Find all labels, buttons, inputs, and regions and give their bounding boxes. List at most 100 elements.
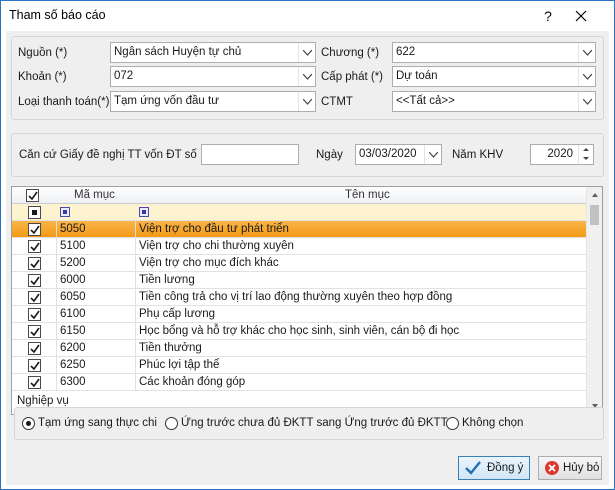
ok-button[interactable]: Đồng ý: [458, 456, 530, 480]
checkmark-icon: [30, 276, 40, 286]
chuong-select[interactable]: 622: [392, 42, 596, 63]
table-row[interactable]: 6250 Phúc lợi tập thể: [12, 357, 588, 374]
chuong-dropdown-button[interactable]: [578, 43, 595, 62]
select-all-checkbox[interactable]: [26, 189, 39, 202]
table-row[interactable]: 5100 Viện trợ cho chi thường xuyên: [12, 238, 588, 255]
filter-row: [12, 204, 588, 221]
column-divider: [56, 255, 57, 272]
table-row[interactable]: 6200 Tiền thưởng: [12, 340, 588, 357]
cell-ten-muc: Tiền lương: [139, 274, 195, 286]
nguon-value: Ngân sách Huyện tự chủ: [114, 46, 242, 58]
cap-phat-select[interactable]: Dự toán: [392, 66, 596, 87]
dialog-body: Nguồn (*) Ngân sách Huyện tự chủ Khoản (…: [6, 31, 609, 485]
loai-thanh-toan-dropdown-button[interactable]: [298, 92, 315, 111]
date-dropdown-button[interactable]: [424, 145, 441, 164]
table-row[interactable]: 5200 Viện trợ cho mục đích khác: [12, 255, 588, 272]
checkmark-icon: [30, 361, 40, 371]
column-divider: [56, 323, 57, 340]
ctmt-value: <<Tất cả>>: [396, 95, 455, 107]
table-row[interactable]: 6300 Các khoản đóng góp: [12, 374, 588, 391]
header-ma-muc[interactable]: Mã mục: [74, 189, 115, 201]
help-button[interactable]: ?: [533, 4, 563, 28]
row-checkbox[interactable]: [28, 308, 41, 321]
checkmark-icon: [30, 293, 40, 303]
arrow-up-icon: [583, 148, 589, 151]
stepper-down-button[interactable]: [579, 155, 593, 164]
can-cu-input[interactable]: [201, 144, 299, 165]
ctmt-select[interactable]: <<Tất cả>>: [392, 91, 596, 112]
chevron-down-icon: [583, 50, 592, 56]
column-divider: [135, 272, 136, 289]
row-checkbox[interactable]: [28, 291, 41, 304]
cell-ten-muc: Tiền thưởng: [139, 342, 202, 354]
cell-ma-muc: 6250: [60, 359, 86, 371]
cancel-button[interactable]: Hủy bỏ: [538, 456, 602, 480]
loai-thanh-toan-value: Tạm ứng vốn đầu tư: [114, 95, 219, 107]
row-checkbox[interactable]: [28, 223, 41, 236]
column-divider: [56, 374, 57, 391]
row-checkbox[interactable]: [28, 359, 41, 372]
scroll-thumb[interactable]: [590, 205, 599, 225]
scroll-up-icon[interactable]: [587, 187, 603, 203]
cell-ma-muc: 5200: [60, 257, 86, 269]
cell-ma-muc: 6300: [60, 376, 86, 388]
can-cu-label: Căn cứ Giấy đề nghị TT vốn ĐT số: [19, 149, 197, 161]
row-checkbox[interactable]: [28, 240, 41, 253]
row-checkbox[interactable]: [28, 257, 41, 270]
cell-ten-muc: Các khoản đóng góp: [139, 376, 246, 388]
row-checkbox[interactable]: [28, 325, 41, 338]
nam-khv-label: Năm KHV: [452, 149, 504, 161]
ngay-date-picker[interactable]: 03/03/2020: [355, 144, 442, 165]
checkmark-icon: [30, 310, 40, 320]
close-button[interactable]: [566, 4, 596, 28]
column-divider: [135, 238, 136, 255]
cell-ten-muc: Viện trợ cho đầu tư phát triển: [139, 223, 289, 235]
filter-ma-muc-icon[interactable]: [60, 207, 70, 217]
ngay-label: Ngày: [316, 149, 343, 161]
table-row[interactable]: 6000 Tiền lương: [12, 272, 588, 289]
nguon-dropdown-button[interactable]: [298, 43, 315, 62]
report-params-dialog: Tham số báo cáo ? Nguồn (*) Ngân sách Hu…: [0, 0, 615, 490]
cell-ten-muc: Phúc lợi tập thể: [139, 359, 220, 371]
cell-ten-muc: Viện trợ cho chi thường xuyên: [139, 240, 294, 252]
column-divider: [135, 357, 136, 374]
nam-khv-stepper[interactable]: 2020: [530, 144, 594, 165]
table-row[interactable]: 6050 Tiền công trả cho vị trí lao động th…: [12, 289, 588, 306]
khoan-dropdown-button[interactable]: [298, 67, 315, 86]
chevron-down-icon: [583, 99, 592, 105]
cap-phat-label: Cấp phát (*): [321, 71, 384, 83]
muc-grid: Mã mục Tên mục 5050 Viện trợ cho đầu tư p…: [11, 186, 603, 415]
column-divider: [56, 221, 57, 238]
nguon-select[interactable]: Ngân sách Huyện tự chủ: [110, 42, 316, 63]
ngay-value: 03/03/2020: [359, 148, 417, 160]
header-ten-muc[interactable]: Tên mục: [345, 189, 390, 201]
stepper-up-button[interactable]: [579, 145, 593, 154]
column-divider: [56, 289, 57, 306]
checkmark-icon: [30, 242, 40, 252]
checkmark-icon: [465, 461, 481, 475]
checkmark-icon: [30, 327, 40, 337]
khoan-select[interactable]: 072: [110, 66, 316, 87]
grid-vertical-scrollbar[interactable]: [586, 187, 602, 414]
checkmark-icon: [30, 259, 40, 269]
row-checkbox[interactable]: [28, 342, 41, 355]
loai-thanh-toan-select[interactable]: Tạm ứng vốn đầu tư: [110, 91, 316, 112]
cell-ma-muc: 5050: [60, 223, 86, 235]
cap-phat-dropdown-button[interactable]: [578, 67, 595, 86]
table-row[interactable]: 5050 Viện trợ cho đầu tư phát triển: [12, 221, 588, 238]
khoan-label: Khoản (*): [18, 71, 67, 83]
row-checkbox[interactable]: [28, 376, 41, 389]
grid-header: Mã mục Tên mục: [12, 187, 588, 204]
table-row[interactable]: 6100 Phụ cấp lương: [12, 306, 588, 323]
row-checkbox[interactable]: [28, 274, 41, 287]
filter-ten-muc-icon[interactable]: [139, 207, 149, 217]
column-divider: [56, 238, 57, 255]
indeterminate-icon: [32, 210, 37, 215]
table-row[interactable]: 6150 Học bổng và hỗ trợ khác cho học sinh…: [12, 323, 588, 340]
checkmark-icon: [30, 344, 40, 354]
column-divider: [135, 255, 136, 272]
ctmt-dropdown-button[interactable]: [578, 92, 595, 111]
chevron-down-icon: [303, 74, 312, 80]
cell-ma-muc: 6100: [60, 308, 86, 320]
filter-checkbox[interactable]: [28, 206, 41, 219]
